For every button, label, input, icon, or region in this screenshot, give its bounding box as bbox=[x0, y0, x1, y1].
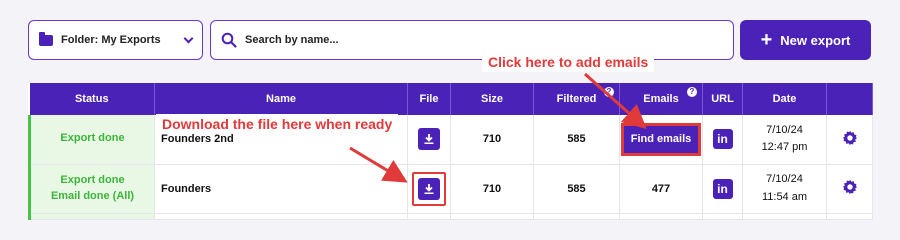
emails-cell: 477 bbox=[619, 164, 703, 214]
date-cell: 7/10/24 11:54 am bbox=[742, 164, 827, 214]
status-cell: Export done Email done (All) bbox=[28, 164, 155, 214]
help-icon[interactable]: ? bbox=[687, 87, 697, 97]
linkedin-icon[interactable]: in bbox=[712, 178, 733, 199]
gear-icon[interactable] bbox=[841, 129, 859, 147]
download-icon bbox=[424, 134, 434, 145]
filtered-cell: 585 bbox=[533, 115, 620, 165]
date-cell: 7/10/24 12:47 pm bbox=[742, 115, 827, 165]
date-day: 7/10/24 bbox=[766, 172, 803, 185]
date-time: 11:54 am bbox=[761, 190, 808, 203]
table-row: Export done Email done (All) Founders 710… bbox=[28, 164, 873, 214]
status-text: Export done bbox=[60, 173, 125, 186]
header-size: Size bbox=[450, 83, 534, 115]
download-button[interactable] bbox=[418, 177, 440, 200]
header-actions bbox=[826, 83, 873, 115]
header-filtered-label: Filtered bbox=[556, 93, 597, 105]
header-url: URL bbox=[702, 83, 743, 115]
actions-cell bbox=[826, 164, 873, 214]
filtered-cell: 585 bbox=[533, 164, 620, 214]
folder-select[interactable]: Folder: My Exports bbox=[28, 20, 203, 60]
status-cell: Export done bbox=[28, 115, 155, 165]
header-emails-label: Emails bbox=[643, 93, 679, 105]
actions-cell bbox=[826, 115, 873, 165]
status-cell bbox=[28, 213, 155, 220]
search-icon bbox=[221, 32, 237, 48]
status-email-text: Email done (All) bbox=[50, 189, 135, 202]
help-icon[interactable]: ? bbox=[604, 87, 614, 97]
chevron-down-icon bbox=[183, 33, 194, 43]
header-filtered: Filtered? bbox=[533, 83, 620, 115]
header-emails: Emails? bbox=[619, 83, 703, 115]
linkedin-icon[interactable]: in bbox=[712, 129, 733, 150]
folder-icon bbox=[39, 31, 53, 46]
header-status: Status bbox=[29, 83, 155, 115]
search-box[interactable] bbox=[210, 20, 734, 60]
header-name: Name bbox=[154, 83, 408, 115]
download-highlight bbox=[412, 171, 446, 206]
url-cell: in bbox=[702, 115, 743, 165]
new-export-button[interactable]: + New export bbox=[740, 20, 871, 60]
table-header-row: Status Name File Size Filtered? Emails? … bbox=[29, 83, 873, 115]
folder-label: Folder: My Exports bbox=[61, 34, 161, 46]
file-cell bbox=[407, 115, 451, 165]
exports-table: Status Name File Size Filtered? Emails? … bbox=[28, 83, 873, 220]
name-cell: Founders bbox=[154, 164, 408, 214]
new-export-label: New export bbox=[780, 32, 851, 48]
table-row bbox=[28, 213, 873, 220]
find-emails-button[interactable]: Find emails bbox=[621, 122, 701, 156]
date-time: 12:47 pm bbox=[761, 141, 808, 154]
annotation-add-emails: Click here to add emails bbox=[482, 52, 655, 72]
status-text: Export done bbox=[60, 132, 125, 145]
size-cell: 710 bbox=[450, 115, 534, 165]
toolbar: Folder: My Exports + New export bbox=[0, 0, 900, 80]
size-cell: 710 bbox=[450, 164, 534, 214]
download-icon bbox=[424, 183, 434, 194]
header-date: Date bbox=[742, 83, 827, 115]
file-cell bbox=[407, 164, 451, 214]
download-button[interactable] bbox=[418, 128, 440, 151]
search-input[interactable] bbox=[245, 34, 723, 46]
plus-icon: + bbox=[760, 29, 773, 51]
annotation-download-file: Download the file here when ready bbox=[156, 114, 399, 134]
gear-icon[interactable] bbox=[841, 178, 859, 196]
emails-cell: Find emails bbox=[619, 115, 703, 165]
date-day: 7/10/24 bbox=[766, 123, 803, 136]
url-cell: in bbox=[702, 164, 743, 214]
header-file: File bbox=[407, 83, 451, 115]
